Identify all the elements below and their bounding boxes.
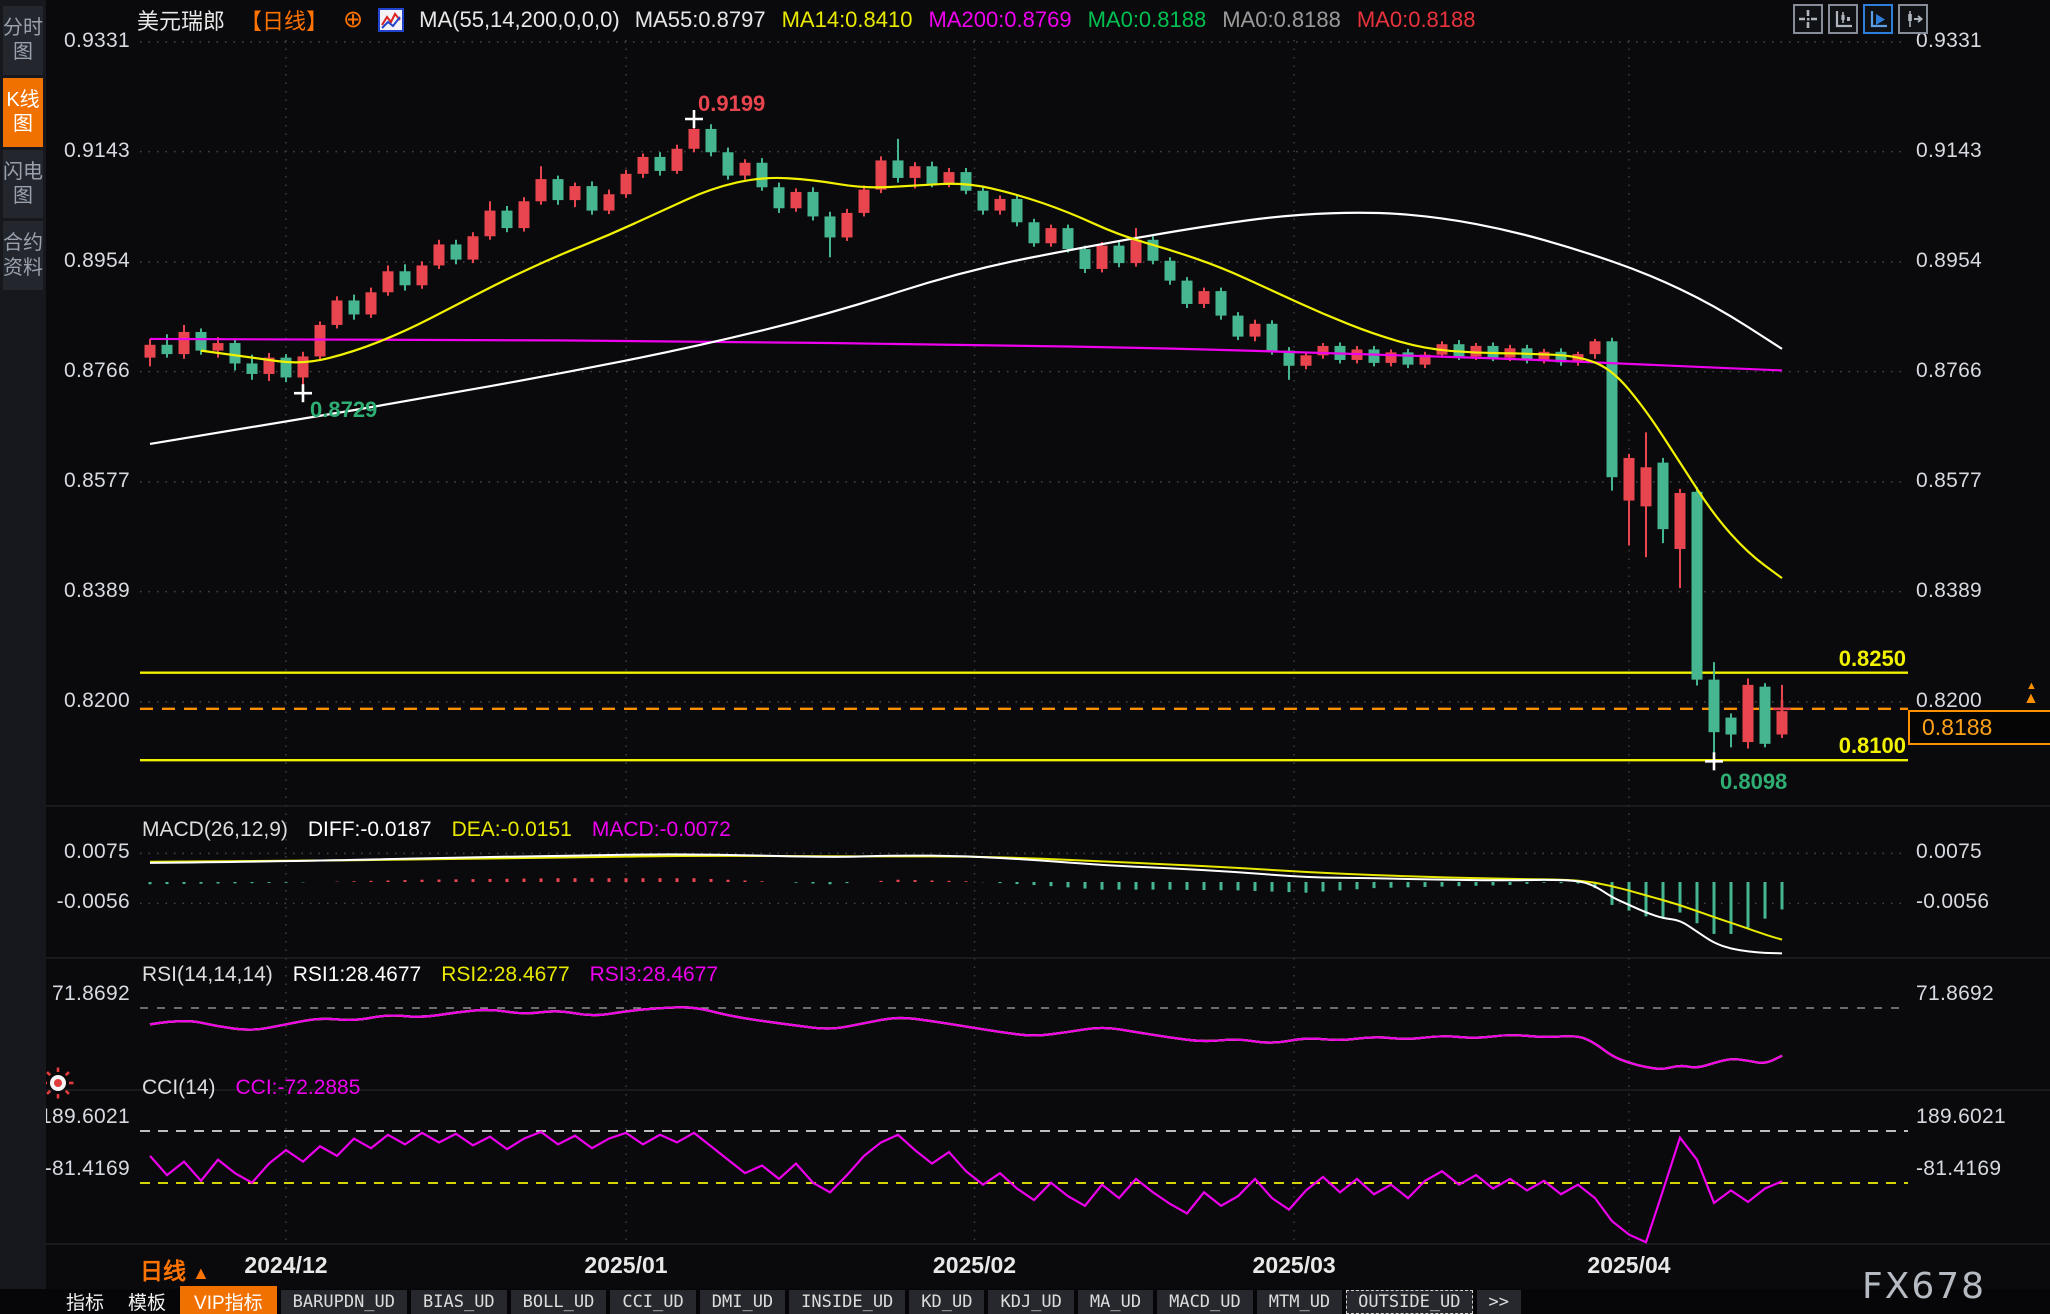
sidebar-item-contract-info[interactable]: 合约资料	[3, 221, 43, 290]
tab-outside-ud[interactable]: OUTSIDE_UD	[1346, 1290, 1472, 1314]
tab-ma-ud[interactable]: MA_UD	[1078, 1290, 1153, 1314]
rsi-title: RSI(14,14,14)	[142, 963, 273, 987]
record-icon	[43, 1068, 74, 1099]
ma-value: MA0:0.8188	[1088, 7, 1207, 33]
watermark: FX678	[1862, 1266, 1986, 1307]
rsi-value: RSI2:28.4677	[441, 963, 569, 987]
ma-value: MA14:0.8410	[782, 7, 913, 33]
period-tag[interactable]: 【日线】	[240, 4, 328, 36]
sidebar: 分时图K线图闪电图合约资料	[0, 0, 46, 1314]
ma14-line	[201, 178, 1782, 578]
tab-inside-ud[interactable]: INSIDE_UD	[789, 1290, 905, 1314]
macd-dea-line	[150, 856, 1782, 940]
header-toolbar	[1793, 4, 1928, 34]
rsi-value: RSI3:28.4677	[590, 963, 718, 987]
main-grid	[140, 40, 1908, 1244]
chevron-up-icon: ▲	[192, 1263, 210, 1283]
crosshair-icon[interactable]	[1793, 4, 1823, 34]
tab-more-tabs[interactable]: >>	[1477, 1290, 1521, 1314]
axis-play-icon[interactable]	[1863, 4, 1893, 34]
ma55-line	[150, 213, 1782, 444]
tab-barupdn-ud[interactable]: BARUPDN_UD	[281, 1290, 407, 1314]
ma-value: MA0:0.8188	[1222, 7, 1341, 33]
sidebar-item-lightning-chart[interactable]: 闪电图	[3, 150, 43, 219]
sidebar-item-time-share-chart[interactable]: 分时图	[3, 6, 43, 75]
ma-value: MA55:0.8797	[635, 7, 766, 33]
ma-settings: MA(55,14,200,0,0,0)	[419, 7, 620, 33]
period-selector-label: 日线	[140, 1258, 186, 1284]
current-price-tag: 0.8188	[1908, 710, 2050, 745]
tab-kd-ud[interactable]: KD_UD	[909, 1290, 984, 1314]
ma-value: MA200:0.8769	[928, 7, 1071, 33]
ma-values: MA55:0.8797 MA14:0.8410 MA200:0.8769 MA0:0.…	[635, 7, 1476, 33]
bottom-tab-bar: 指标模板VIP指标BARUPDN_UDBIAS_UDBOLL_UDCCI_UDD…	[0, 1289, 2050, 1314]
macd-value: DEA:-0.0151	[452, 818, 572, 842]
chart-header: 美元瑞郎 【日线】 ⊕ MA(55,14,200,0,0,0) MA55:0.8…	[137, 4, 1476, 36]
macd-value: MACD:-0.0072	[592, 818, 731, 842]
macd-pane-header: MACD(26,12,9) DIFF:-0.0187 DEA:-0.0151 MAC…	[142, 818, 731, 842]
macd-histogram	[150, 878, 1782, 934]
tab-kdj-ud[interactable]: KDJ_UD	[988, 1290, 1073, 1314]
rsi-pane-header: RSI(14,14,14) RSI1:28.4677 RSI2:28.4677 RS…	[142, 963, 718, 987]
period-selector[interactable]: 日线 ▲	[140, 1252, 210, 1286]
price-up-arrow: ▲	[2023, 691, 2039, 707]
sidebar-item-kline-chart[interactable]: K线图	[3, 78, 43, 147]
trading-app: 分时图K线图闪电图合约资料 美元瑞郎 【日线】 ⊕ MA(55,14,200,0…	[0, 0, 2050, 1314]
chart-thumbnail-icon[interactable]	[378, 8, 404, 32]
cci-title: CCI(14)	[142, 1076, 216, 1100]
cci-line	[150, 1132, 1782, 1242]
tab-indicators[interactable]: 指标	[56, 1288, 114, 1314]
tab-bias-ud[interactable]: BIAS_UD	[411, 1290, 507, 1314]
price-hlines	[140, 673, 1908, 761]
tab-vip-indicators[interactable]: VIP指标	[180, 1286, 277, 1314]
pane-separators	[46, 806, 2050, 1244]
ma-value: MA0:0.8188	[1357, 7, 1476, 33]
candlestick-series	[145, 119, 1788, 761]
tab-dmi-ud[interactable]: DMI_UD	[700, 1290, 785, 1314]
chart-canvas[interactable]	[0, 0, 2050, 1314]
macd-value: DIFF:-0.0187	[308, 818, 432, 842]
rsi-lines	[150, 1007, 1782, 1068]
tab-mtm-ud[interactable]: MTM_UD	[1257, 1290, 1342, 1314]
tab-cci-ud[interactable]: CCI_UD	[610, 1290, 695, 1314]
macd-title: MACD(26,12,9)	[142, 818, 288, 842]
add-indicator-icon[interactable]: ⊕	[343, 9, 363, 31]
candle-shift-icon[interactable]	[1898, 4, 1928, 34]
tab-boll-ud[interactable]: BOLL_UD	[511, 1290, 607, 1314]
tab-macd-ud[interactable]: MACD_UD	[1157, 1290, 1253, 1314]
rsi-value: RSI1:28.4677	[293, 963, 421, 987]
tab-templates[interactable]: 模板	[118, 1288, 176, 1314]
cci-pane-header: CCI(14) CCI:-72.2885	[142, 1076, 360, 1100]
axis-candle-icon[interactable]	[1828, 4, 1858, 34]
symbol-title: 美元瑞郎	[137, 4, 225, 36]
cci-value: CCI:-72.2885	[236, 1076, 361, 1100]
current-price-value: 0.8188	[1922, 714, 1992, 740]
